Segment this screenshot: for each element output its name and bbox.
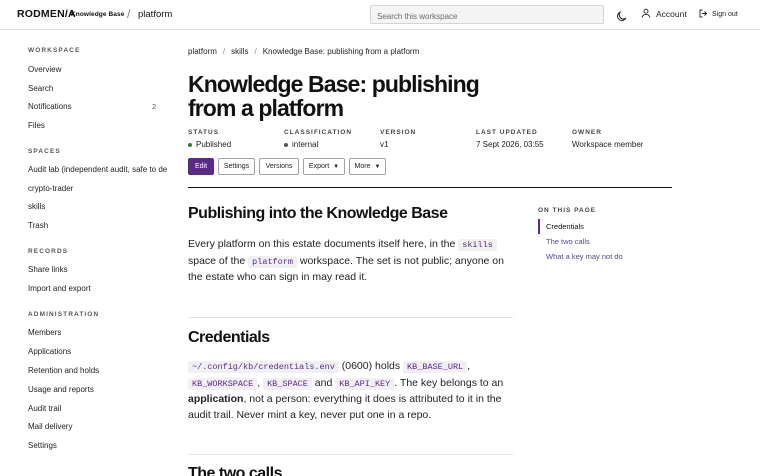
inline-code: platform [248, 255, 297, 268]
owner-value: Workspace member [572, 140, 644, 149]
page-title: Knowledge Base: publishing from a platfo… [188, 71, 480, 121]
sidebar-item-skills[interactable]: skills [28, 202, 45, 211]
sidebar-item-overview[interactable]: Overview [28, 65, 61, 74]
brand-separator: / [127, 7, 131, 21]
classification-text: internal [292, 140, 319, 149]
section-paragraph-publishing: Every platform on this estate documents … [188, 237, 518, 286]
sidebar-item-files[interactable]: Files [28, 121, 45, 130]
paragraph-text: and [314, 376, 333, 389]
section-paragraph-credentials: ~/.config/kb/credentials.env (0600) hold… [188, 359, 518, 423]
sidebar-item-audit-lab[interactable]: Audit lab (independent audit, safe to de [28, 165, 168, 174]
classification-label: CLASSIFICATION [284, 129, 353, 136]
breadcrumb-skills[interactable]: skills [231, 47, 248, 56]
inline-code: skills [458, 239, 497, 251]
sidebar-heading-workspace: WORKSPACE [28, 47, 81, 54]
paragraph-text: space of the [188, 254, 246, 267]
inline-code: KB_SPACE [263, 377, 312, 390]
sidebar-item-import-export[interactable]: Import and export [28, 284, 91, 293]
sidebar-heading-spaces: SPACES [28, 148, 61, 155]
top-bar: RODMEN/A Knowledge Base / platform Accou… [0, 0, 760, 30]
paragraph-bold-text: application [188, 393, 244, 405]
sidebar-item-retention[interactable]: Retention and holds [28, 366, 99, 375]
last-updated-value: 7 Sept 2026, 03:55 [476, 140, 544, 149]
search-box[interactable] [370, 5, 604, 25]
sidebar-item-settings[interactable]: Settings [28, 441, 57, 450]
section-heading-publishing: Publishing into the Knowledge Base [188, 205, 448, 222]
sidebar-item-share-links[interactable]: Share links [28, 265, 68, 274]
user-icon [641, 8, 651, 20]
brand-subtitle: Knowledge Base [71, 11, 125, 18]
sidebar-heading-records: RECORDS [28, 248, 69, 255]
toc-heading: ON THIS PAGE [538, 207, 597, 214]
toc-item-two-calls[interactable]: The two calls [546, 237, 590, 246]
inline-code: ~/.config/kb/credentials.env [188, 361, 339, 373]
sidebar-item-audit-trail[interactable]: Audit trail [28, 404, 61, 413]
status-text: Published [196, 140, 232, 149]
header-divider [188, 187, 672, 188]
paragraph-text: , [467, 360, 471, 372]
edit-button[interactable]: Edit [188, 158, 214, 175]
sign-out-icon [699, 9, 708, 20]
sidebar-item-search[interactable]: Search [28, 84, 53, 93]
sidebar-item-applications[interactable]: Applications [28, 347, 71, 356]
breadcrumb: platform / skills / Knowledge Base: publ… [188, 47, 419, 56]
status-dot [188, 142, 192, 147]
section-divider [188, 454, 513, 455]
classification-dot [284, 142, 288, 147]
moon-icon[interactable] [616, 9, 628, 21]
sidebar-item-usage-reports[interactable]: Usage and reports [28, 385, 94, 394]
versions-button[interactable]: Versions [259, 158, 299, 175]
paragraph-text: Every platform on this estate documents … [188, 238, 456, 250]
notifications-count-badge: 2 [152, 102, 157, 111]
current-space-link[interactable]: platform [138, 9, 172, 20]
owner-label: OWNER [572, 129, 602, 136]
sign-out-label: Sign out [712, 11, 738, 18]
sidebar-heading-administration: ADMINISTRATION [28, 311, 100, 318]
toc-item-credentials[interactable]: Credentials [546, 222, 584, 231]
sidebar-item-trash[interactable]: Trash [28, 221, 48, 230]
export-button[interactable]: Export ▼ [303, 158, 345, 175]
section-divider [188, 317, 513, 318]
sign-out-button[interactable]: Sign out [699, 9, 738, 20]
caret-down-icon: ▼ [374, 163, 381, 170]
inline-code: KB_BASE_URL [403, 361, 468, 373]
classification-value: internal [284, 140, 318, 149]
paragraph-text: , [257, 376, 261, 389]
toc-item-key-limits[interactable]: What a key may not do [546, 252, 623, 261]
toc-active-indicator [538, 219, 540, 234]
inline-code: KB_WORKSPACE [188, 377, 258, 390]
sidebar-item-notifications[interactable]: Notifications [28, 102, 72, 111]
status-value: Published [188, 140, 231, 149]
brand-logo[interactable]: RODMEN/A [17, 8, 76, 20]
caret-down-icon: ▼ [333, 163, 340, 170]
section-heading-two-calls: The two calls [188, 465, 282, 476]
more-label: More [354, 163, 371, 170]
breadcrumb-current: Knowledge Base: publishing from a platfo… [262, 47, 420, 56]
breadcrumb-separator: / [254, 47, 257, 56]
version-label: VERSION [380, 129, 417, 136]
settings-button[interactable]: Settings [218, 158, 255, 175]
account-button[interactable]: Account [641, 8, 687, 20]
search-input[interactable] [371, 8, 591, 25]
more-button[interactable]: More ▼ [349, 158, 386, 175]
version-value: v1 [380, 140, 389, 149]
sidebar: WORKSPACE Overview Search Notifications … [0, 30, 175, 476]
export-label: Export [308, 163, 330, 170]
status-label: STATUS [188, 129, 220, 136]
section-heading-credentials: Credentials [188, 329, 270, 346]
sidebar-item-mail-delivery[interactable]: Mail delivery [28, 422, 72, 431]
account-label: Account [656, 9, 687, 19]
last-updated-label: LAST UPDATED [476, 129, 538, 136]
breadcrumb-separator: / [222, 47, 226, 56]
paragraph-text: . The key belongs to an [394, 376, 504, 389]
breadcrumb-platform[interactable]: platform [188, 47, 217, 56]
sidebar-item-members[interactable]: Members [28, 328, 61, 337]
paragraph-text: (0600) holds [341, 360, 401, 372]
inline-code: KB_API_KEY [335, 377, 395, 390]
sidebar-item-crypto-trader[interactable]: crypto-trader [28, 184, 73, 193]
